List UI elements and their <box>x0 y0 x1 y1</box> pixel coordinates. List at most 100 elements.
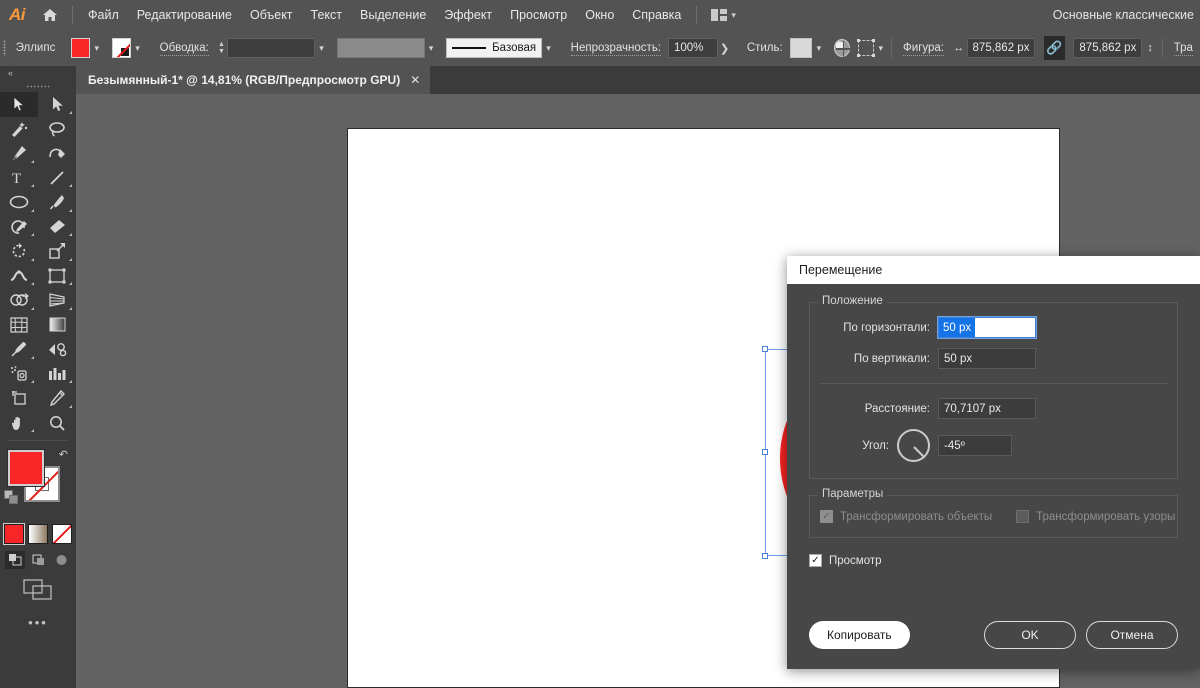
menu-object[interactable]: Объект <box>241 0 302 30</box>
free-transform-tool[interactable] <box>38 264 76 289</box>
eyedropper-tool[interactable] <box>0 337 38 362</box>
menu-select[interactable]: Выделение <box>351 0 435 30</box>
stroke-weight-stepper[interactable]: ▲ ▼ <box>216 38 227 58</box>
draw-inside[interactable] <box>51 551 71 569</box>
close-icon[interactable]: ✕ <box>410 73 420 87</box>
stroke-profile-chevron-down-icon[interactable]: ▾ <box>425 38 438 58</box>
edit-toolbar-icon[interactable]: ••• <box>0 615 76 630</box>
vertical-input[interactable]: 50 px <box>938 348 1036 369</box>
shaper-tool[interactable] <box>0 215 38 240</box>
link-dimensions-icon[interactable]: 🔗 <box>1044 36 1065 60</box>
column-graph-tool[interactable] <box>38 362 76 387</box>
opacity-label[interactable]: Непрозрачность: <box>564 42 668 56</box>
copy-button[interactable]: Копировать <box>809 621 910 649</box>
fill-chevron-down-icon[interactable]: ▾ <box>90 38 103 58</box>
lasso-tool[interactable] <box>38 117 76 142</box>
hand-tool[interactable] <box>0 411 38 436</box>
draw-behind[interactable] <box>28 551 48 569</box>
graphic-style-swatch[interactable] <box>789 38 813 58</box>
tool-grid: T <box>0 92 76 435</box>
stroke-weight-input[interactable] <box>227 38 316 58</box>
ellipse-tool[interactable] <box>0 190 38 215</box>
stroke-weight-label[interactable]: Обводка: <box>153 42 216 56</box>
workspace-switcher[interactable]: Основные классические <box>1053 8 1200 22</box>
recolor-artwork-icon[interactable] <box>833 39 852 57</box>
color-mode-gradient[interactable] <box>28 524 48 544</box>
angle-dial[interactable] <box>897 429 930 462</box>
options-bar-grip[interactable] <box>0 30 9 66</box>
zoom-tool[interactable] <box>38 411 76 436</box>
menu-help[interactable]: Справка <box>623 0 690 30</box>
swap-fill-stroke-icon[interactable]: ↶ <box>59 448 68 461</box>
scale-tool[interactable] <box>38 239 76 264</box>
shape-height-input[interactable]: 875,862 px <box>1073 38 1143 58</box>
change-screen-mode-icon[interactable] <box>0 579 76 601</box>
menu-effect[interactable]: Эффект <box>435 0 501 30</box>
shape-builder-tool[interactable] <box>0 288 38 313</box>
symbol-sprayer-tool[interactable] <box>0 362 38 387</box>
mesh-tool[interactable] <box>0 313 38 338</box>
stroke-chevron-down-icon[interactable]: ▾ <box>131 38 144 58</box>
stroke-style-chevron-down-icon[interactable]: ▾ <box>542 38 555 58</box>
selection-handle-ml[interactable] <box>762 449 768 455</box>
home-icon[interactable] <box>34 0 66 30</box>
curvature-tool[interactable] <box>38 141 76 166</box>
color-mode-color[interactable] <box>3 523 25 545</box>
color-mode-none[interactable] <box>52 524 72 544</box>
selection-tool[interactable] <box>0 92 38 117</box>
svg-text:T: T <box>12 171 21 186</box>
magic-wand-tool[interactable] <box>0 117 38 142</box>
menu-window[interactable]: Окно <box>576 0 623 30</box>
style-chevron-down-icon[interactable]: ▾ <box>812 38 825 58</box>
pen-tool[interactable] <box>0 141 38 166</box>
line-segment-tool[interactable] <box>38 166 76 191</box>
dialog-body: Положение По горизонтали: 50 px По верти… <box>787 284 1200 567</box>
opacity-chevron-right-icon[interactable]: ❯ <box>718 42 731 55</box>
selection-handle-bl[interactable] <box>762 553 768 559</box>
default-fill-stroke-icon[interactable] <box>4 490 19 510</box>
collapse-panel-icon[interactable]: « <box>0 66 76 80</box>
stroke-style-dropdown[interactable]: Базовая <box>446 38 543 58</box>
ok-button[interactable]: OK <box>984 621 1076 649</box>
align-chevron-down-icon[interactable]: ▾ <box>874 38 887 58</box>
horizontal-row: По горизонтали: 50 px <box>820 316 1167 339</box>
menu-file[interactable]: Файл <box>79 0 128 30</box>
stroke-profile-input[interactable] <box>336 38 425 58</box>
transform-objects-row[interactable]: ✓ Трансформировать объекты <box>820 510 992 523</box>
gradient-tool[interactable] <box>38 313 76 338</box>
tools-divider <box>8 440 68 441</box>
arrange-documents-button[interactable]: ▾ <box>703 0 744 30</box>
angle-input[interactable]: -45º <box>938 435 1012 456</box>
draw-normal[interactable] <box>5 551 25 569</box>
fill-color-box[interactable] <box>8 450 44 486</box>
horizontal-input[interactable]: 50 px <box>937 316 1037 339</box>
shape-width-input[interactable]: 875,862 px <box>966 38 1036 58</box>
artboard-tool[interactable] <box>0 386 38 411</box>
menu-edit[interactable]: Редактирование <box>128 0 241 30</box>
slice-tool[interactable] <box>38 386 76 411</box>
document-tab[interactable]: Безымянный-1* @ 14,81% (RGB/Предпросмотр… <box>76 66 431 94</box>
align-icon[interactable] <box>857 39 876 57</box>
stroke-weight-chevron-down-icon[interactable]: ▾ <box>315 38 328 58</box>
rotate-tool[interactable] <box>0 239 38 264</box>
menu-text[interactable]: Текст <box>302 0 351 30</box>
blend-tool[interactable] <box>38 337 76 362</box>
menu-view[interactable]: Просмотр <box>501 0 576 30</box>
selection-handle-tl[interactable] <box>762 346 768 352</box>
direct-selection-tool[interactable] <box>38 92 76 117</box>
preview-row[interactable]: ✓ Просмотр <box>809 554 1178 567</box>
cancel-button[interactable]: Отмена <box>1086 621 1178 649</box>
eraser-tool[interactable] <box>38 215 76 240</box>
distance-input[interactable]: 70,7107 px <box>938 398 1036 419</box>
type-tool[interactable]: T <box>0 166 38 191</box>
transform-label[interactable]: Тра <box>1167 42 1200 56</box>
paintbrush-tool[interactable] <box>38 190 76 215</box>
opacity-input[interactable]: 100% <box>668 38 718 58</box>
perspective-grid-tool[interactable] <box>38 288 76 313</box>
width-tool[interactable] <box>0 264 38 289</box>
preview-checkbox[interactable]: ✓ <box>809 554 822 567</box>
transform-patterns-row[interactable]: Трансформировать узоры <box>1016 510 1175 523</box>
tools-panel-grip[interactable] <box>0 80 76 92</box>
stroke-color-swatch[interactable] <box>111 38 132 58</box>
fill-color-swatch[interactable] <box>70 38 91 58</box>
